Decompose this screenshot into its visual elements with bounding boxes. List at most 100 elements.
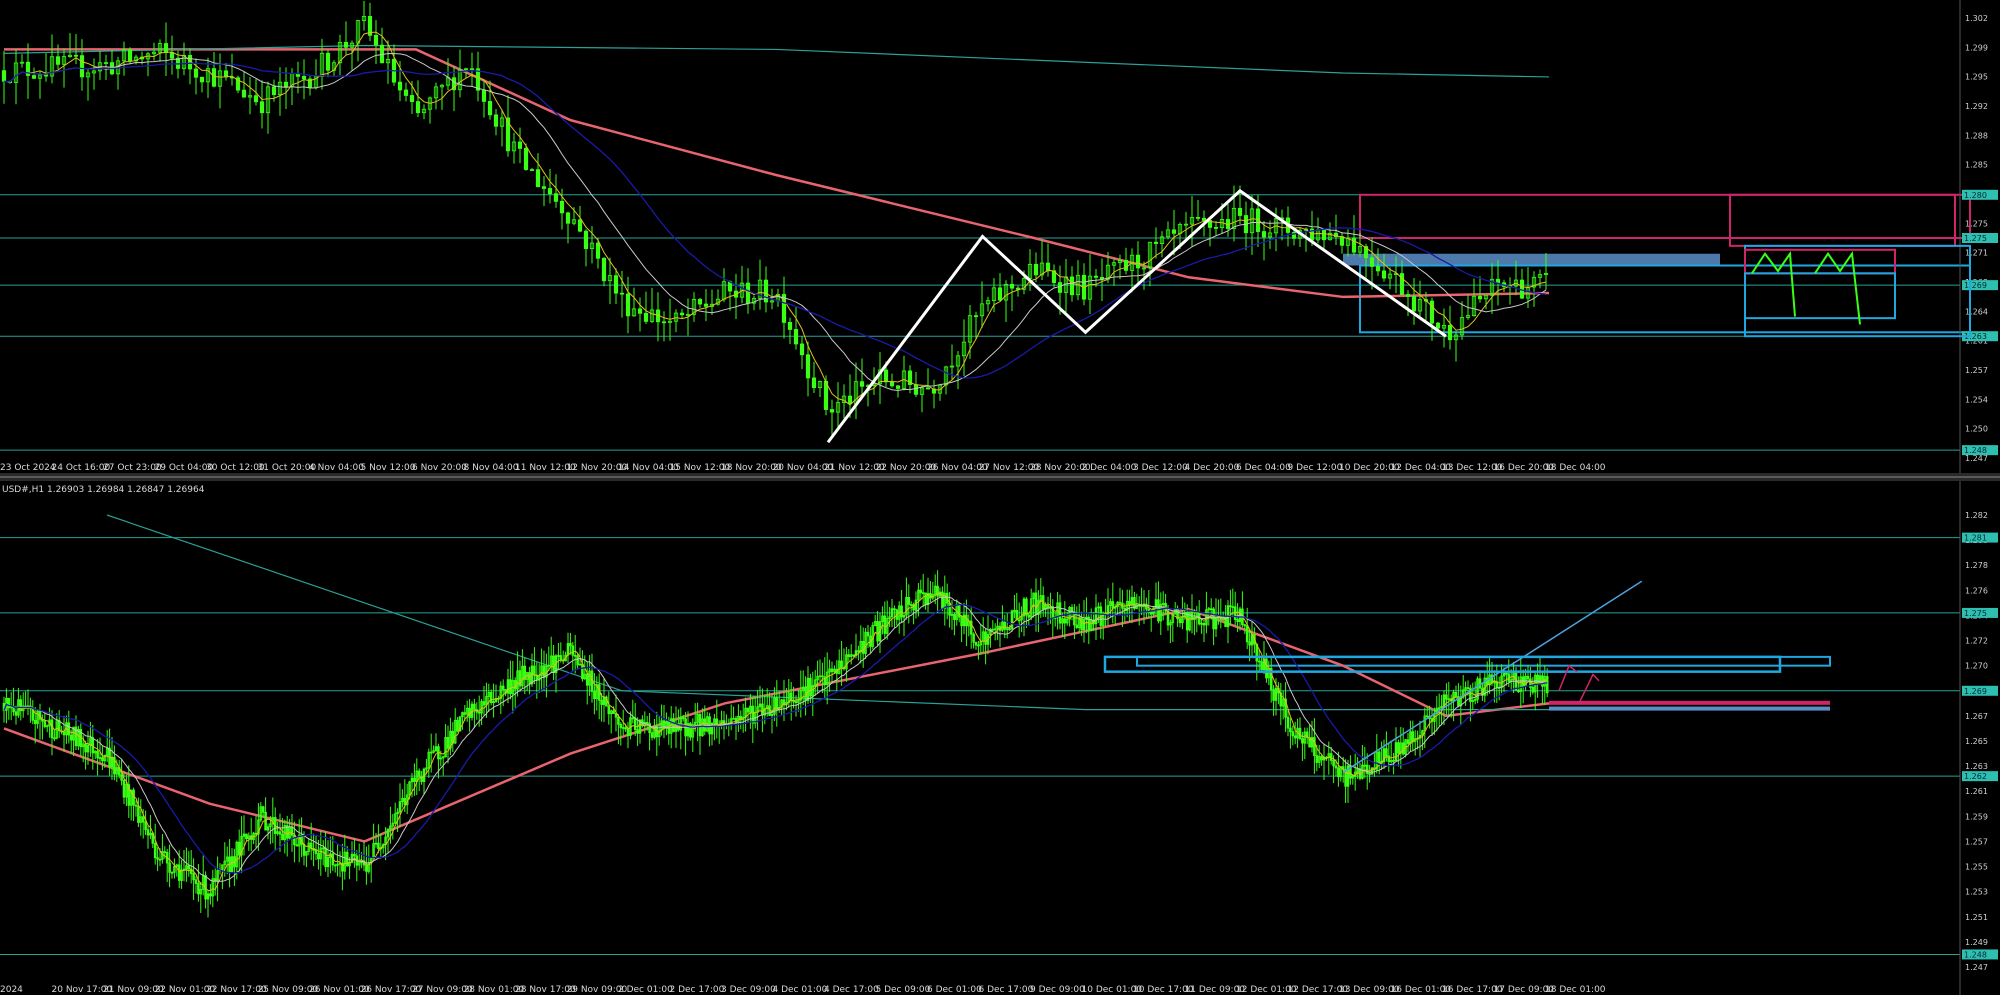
time-tick-label: 3 Dec 12:00 <box>1133 463 1188 473</box>
candle-body <box>1545 676 1549 694</box>
candle-body <box>317 853 320 860</box>
candle-body <box>809 677 812 697</box>
candle-body <box>907 597 911 605</box>
price-marker-label: 1.248 <box>1964 446 1987 455</box>
candle-body <box>429 751 433 754</box>
candle-body <box>1363 764 1367 767</box>
candle-body <box>417 770 421 778</box>
candle-body <box>811 377 817 389</box>
candle-body <box>1320 756 1323 761</box>
candle-body <box>1063 618 1067 624</box>
candle-body <box>84 743 87 753</box>
time-tick-label: 24 Oct 16:00 <box>52 463 111 473</box>
candle-body <box>1321 229 1327 241</box>
bottom-chart-panel[interactable]: USD#,H1 1.26903 1.26984 1.26847 1.26964 1… <box>0 481 2000 995</box>
candle-body <box>158 858 162 861</box>
price-marker-label: 1.269 <box>1964 281 1987 290</box>
candle-body <box>1526 675 1530 680</box>
candle-body <box>847 395 853 405</box>
price-tick-label: 1.249 <box>1965 938 1988 947</box>
time-tick-label: 29 Oct 04:00 <box>155 463 214 473</box>
candle-body <box>553 193 559 202</box>
candle-body <box>775 697 779 710</box>
candle-body <box>697 299 703 305</box>
candle-body <box>1201 217 1207 221</box>
candle-body <box>1445 694 1448 700</box>
candle-body <box>365 864 368 872</box>
candle-body <box>517 141 523 149</box>
candle-body <box>1429 300 1435 324</box>
candle-body <box>293 834 296 846</box>
top-chart-panel[interactable]: 1.3021.2991.2951.2921.2881.2851.2781.275… <box>0 0 2000 473</box>
candle-body <box>529 169 535 171</box>
candle-body <box>799 343 805 356</box>
trading-chart[interactable]: 1.302 1.299 1.295 1.292 1.288 1.285 1.278 1.275… <box>0 0 2000 995</box>
candle-body <box>552 655 555 673</box>
candle-body <box>473 703 476 710</box>
candle-body <box>792 700 795 703</box>
candle-body <box>33 719 37 724</box>
candle-body <box>577 219 583 232</box>
candle-body <box>672 718 675 732</box>
candle-body <box>168 862 171 873</box>
candle-body <box>535 169 541 188</box>
candle-body <box>1231 606 1235 609</box>
candle-body <box>633 717 637 731</box>
candle-body <box>487 101 493 116</box>
candle-body <box>197 883 200 895</box>
candle-body <box>325 52 331 71</box>
candle-body <box>621 727 625 729</box>
candle-body <box>301 76 307 80</box>
candle-body <box>1135 254 1141 269</box>
candle-body <box>852 654 855 657</box>
candle-body <box>1387 755 1391 763</box>
candle-body <box>583 230 589 249</box>
candle-body <box>948 602 951 616</box>
candle-body <box>1025 598 1028 616</box>
time-tick-label: 4 Dec 20:00 <box>1185 463 1240 473</box>
candle-body <box>1406 739 1410 744</box>
candle-body <box>101 757 104 762</box>
candle-body <box>482 701 486 706</box>
price-tick-label: 1.265 <box>1965 737 1988 746</box>
time-tick-label: 18 Dec 04:00 <box>1545 463 1606 473</box>
price-tick-label: 1.302 <box>1965 14 1988 23</box>
candle-body <box>177 864 181 881</box>
candle-body <box>1435 322 1441 329</box>
candle-body <box>1015 610 1019 621</box>
candle-body <box>1454 691 1458 697</box>
candle-body <box>571 645 575 656</box>
time-tick-label: 2 Dec 17:00 <box>670 985 725 995</box>
candle-body <box>1153 241 1159 244</box>
candle-body <box>283 81 289 88</box>
candle-body <box>893 608 896 611</box>
candle-body <box>761 703 764 716</box>
candle-body <box>73 54 79 57</box>
candle-body <box>134 804 138 807</box>
candle-body <box>1261 231 1267 238</box>
candle-body <box>353 853 356 857</box>
time-tick-label: 5 Dec 09:00 <box>876 985 931 995</box>
candle-body <box>924 592 927 606</box>
candle-body <box>53 737 56 740</box>
resistance-zone <box>1343 253 1720 266</box>
candle-body <box>481 89 487 102</box>
candle-body <box>79 55 85 78</box>
candle-body <box>1017 619 1021 622</box>
candle-body <box>1411 295 1417 312</box>
candle-body <box>1111 601 1115 609</box>
price-tick-label: 1.257 <box>1965 837 1988 846</box>
candle-body <box>199 76 205 83</box>
candle-body <box>953 614 956 620</box>
candle-body <box>746 707 750 713</box>
candle-body <box>69 734 73 741</box>
panel-background <box>0 481 2000 995</box>
time-tick-label: 6 Dec 17:00 <box>979 985 1034 995</box>
candle-body <box>965 614 968 627</box>
candle-body <box>477 711 481 714</box>
chart-header: USD#,H1 1.26903 1.26984 1.26847 1.26964 <box>2 485 205 495</box>
candle-body <box>1315 755 1319 763</box>
candle-body <box>573 654 577 657</box>
price-tick-label: 1.275 <box>1965 219 1988 228</box>
candle-body <box>1447 325 1453 341</box>
